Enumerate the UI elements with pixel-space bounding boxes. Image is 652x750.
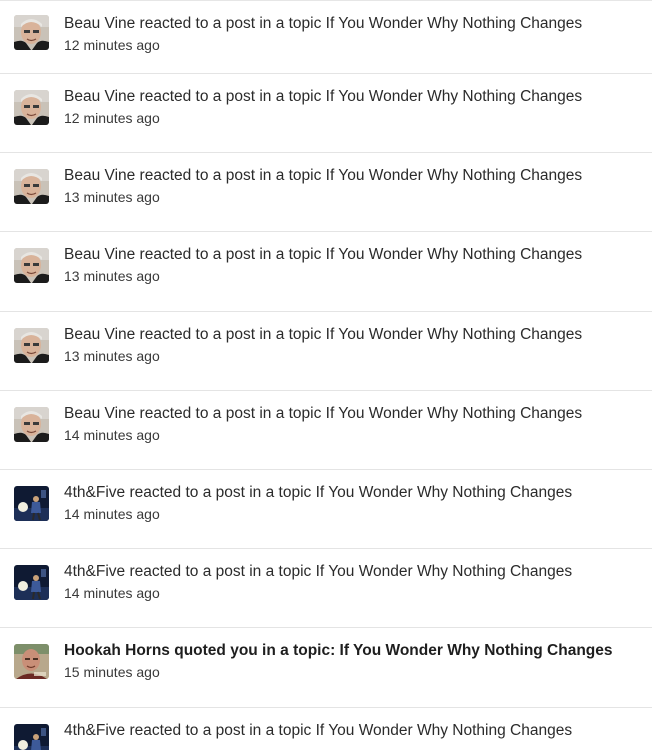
notification-timestamp: 14 minutes ago bbox=[64, 585, 160, 602]
notification-content: Beau Vine reacted to a post in a topic I… bbox=[64, 404, 644, 445]
notification-timestamp: 12 minutes ago bbox=[64, 37, 160, 53]
notification-text[interactable]: Beau Vine reacted to a post in a topic I… bbox=[64, 245, 644, 265]
beau-vine-avatar[interactable] bbox=[14, 248, 49, 284]
notification-timestamp: 13 minutes ago bbox=[64, 268, 160, 285]
notification-item[interactable]: Beau Vine reacted to a post in a topic I… bbox=[0, 312, 652, 391]
notification-content: 4th&Five reacted to a post in a topic If… bbox=[64, 483, 644, 524]
notification-timestamp: 14 minutes ago bbox=[64, 505, 160, 522]
notification-text[interactable]: Beau Vine reacted to a post in a topic I… bbox=[64, 87, 644, 107]
notification-text[interactable]: 4th&Five reacted to a post in a topic If… bbox=[64, 483, 644, 503]
notification-item[interactable]: Beau Vine reacted to a post in a topic I… bbox=[0, 74, 652, 154]
notification-item[interactable]: 4th&Five reacted to a post in a topic If… bbox=[0, 549, 652, 629]
notification-list: Beau Vine reacted to a post in a topic I… bbox=[0, 0, 652, 750]
notification-item[interactable]: Hookah Horns quoted you in a topic: If Y… bbox=[0, 628, 652, 708]
notification-content: Beau Vine reacted to a post in a topic I… bbox=[64, 245, 644, 286]
notification-content: Beau Vine reacted to a post in a topic I… bbox=[64, 166, 644, 207]
notification-content: Hookah Horns quoted you in a topic: If Y… bbox=[64, 641, 644, 682]
notification-timestamp: 13 minutes ago bbox=[64, 189, 160, 206]
notification-timestamp: 13 minutes ago bbox=[64, 347, 160, 364]
notification-text[interactable]: Beau Vine reacted to a post in a topic I… bbox=[64, 404, 644, 424]
4th-and-five-avatar[interactable] bbox=[14, 723, 49, 750]
notification-text[interactable]: Beau Vine reacted to a post in a topic I… bbox=[64, 166, 644, 186]
beau-vine-avatar[interactable] bbox=[14, 90, 49, 125]
notification-timestamp: 14 minutes ago bbox=[64, 426, 160, 443]
notification-text[interactable]: Beau Vine reacted to a post in a topic I… bbox=[64, 14, 644, 34]
notification-content: 4th&Five reacted to a post in a topic If… bbox=[64, 562, 644, 603]
notification-content: Beau Vine reacted to a post in a topic I… bbox=[64, 14, 644, 55]
notification-item[interactable]: 4th&Five reacted to a post in a topic If… bbox=[0, 708, 652, 750]
notification-text[interactable]: 4th&Five reacted to a post in a topic If… bbox=[64, 562, 644, 582]
notification-content: Beau Vine reacted to a post in a topic I… bbox=[64, 87, 644, 128]
notification-content: Beau Vine reacted to a post in a topic I… bbox=[64, 325, 644, 366]
notification-item[interactable]: Beau Vine reacted to a post in a topic I… bbox=[0, 232, 652, 312]
notification-content: 4th&Five reacted to a post in a topic If… bbox=[64, 721, 644, 742]
notification-item[interactable]: Beau Vine reacted to a post in a topic I… bbox=[0, 153, 652, 233]
beau-vine-avatar[interactable] bbox=[14, 169, 49, 205]
beau-vine-avatar[interactable] bbox=[14, 15, 49, 50]
notification-item[interactable]: 4th&Five reacted to a post in a topic If… bbox=[0, 470, 652, 550]
notification-text[interactable]: 4th&Five reacted to a post in a topic If… bbox=[64, 721, 644, 741]
4th-and-five-avatar[interactable] bbox=[14, 565, 49, 601]
beau-vine-avatar[interactable] bbox=[14, 406, 49, 442]
notification-text[interactable]: Hookah Horns quoted you in a topic: If Y… bbox=[64, 641, 644, 661]
notification-item[interactable]: Beau Vine reacted to a post in a topic I… bbox=[0, 391, 652, 470]
4th-and-five-avatar[interactable] bbox=[14, 485, 49, 521]
beau-vine-avatar[interactable] bbox=[14, 327, 49, 363]
notification-timestamp: 15 minutes ago bbox=[64, 664, 160, 681]
notification-timestamp: 12 minutes ago bbox=[64, 110, 160, 126]
notification-item[interactable]: Beau Vine reacted to a post in a topic I… bbox=[0, 1, 652, 74]
notification-text[interactable]: Beau Vine reacted to a post in a topic I… bbox=[64, 325, 644, 345]
hookah-horns-avatar[interactable] bbox=[14, 644, 49, 680]
